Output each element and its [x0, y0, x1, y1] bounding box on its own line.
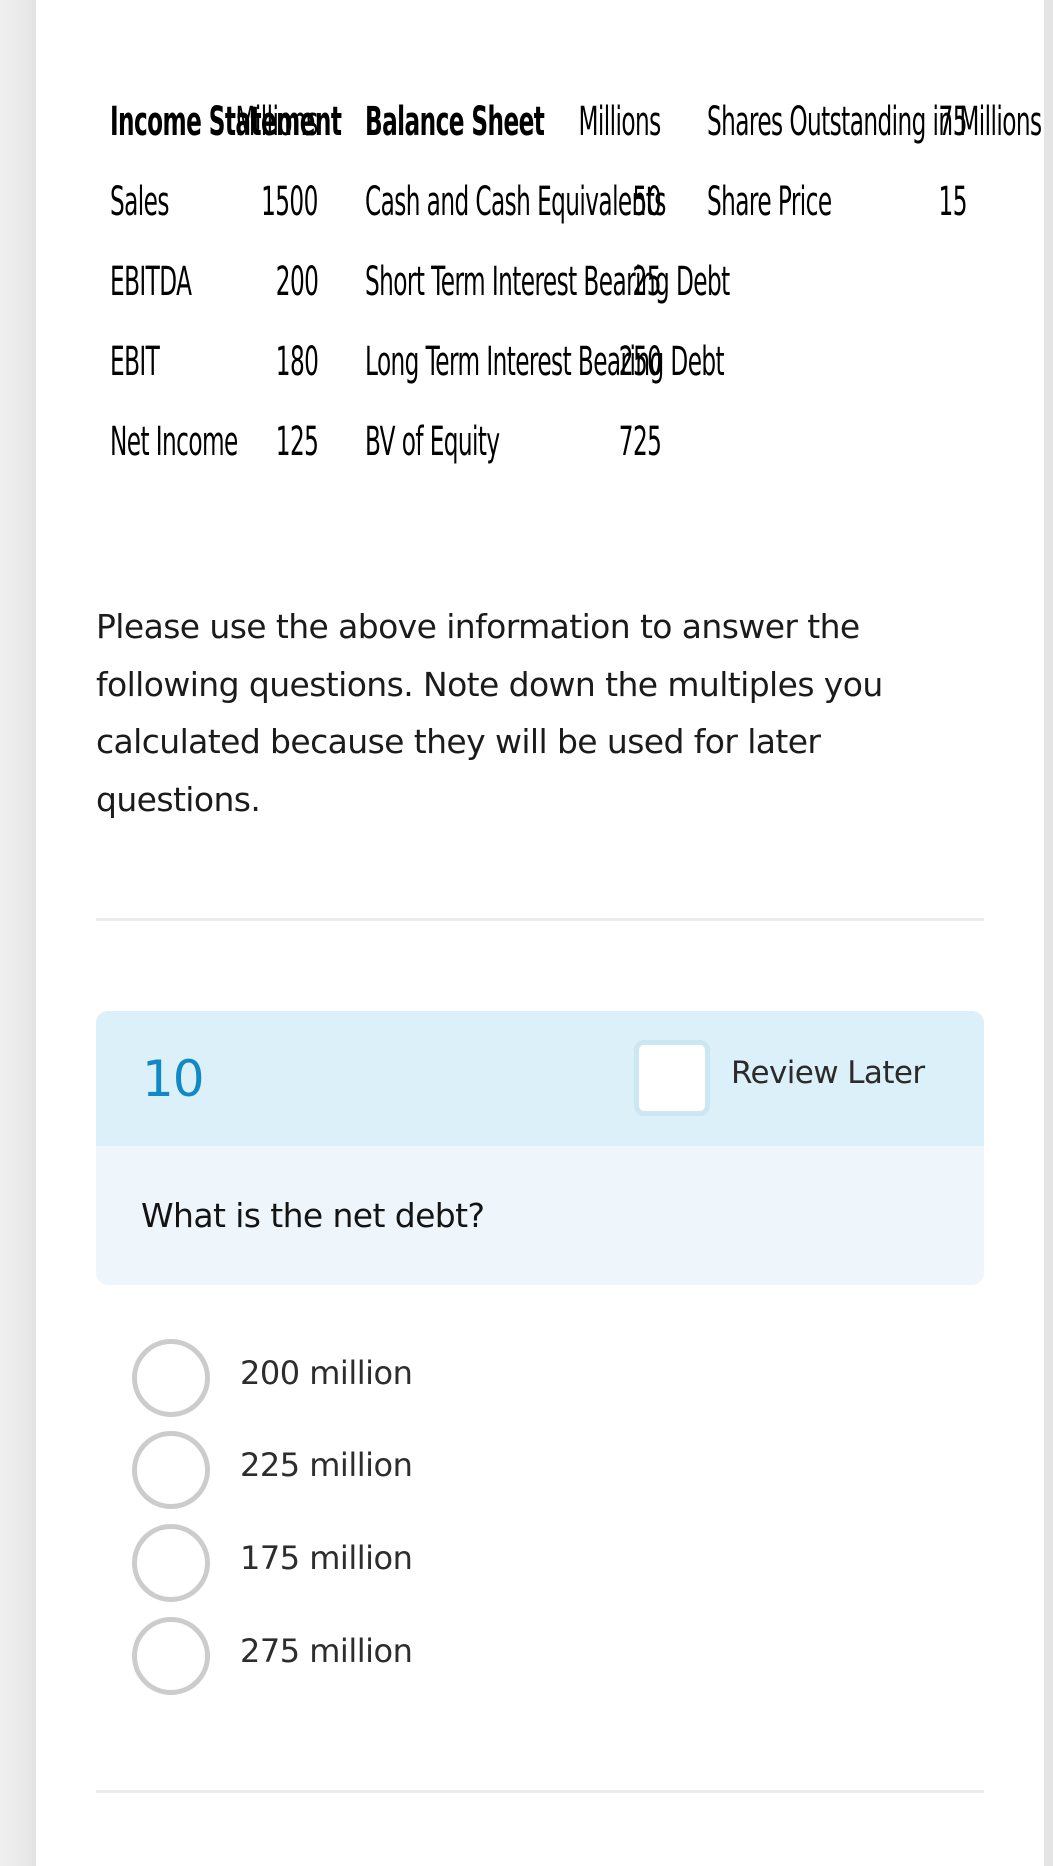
- answer-option[interactable]: 175 million: [130, 1522, 630, 1602]
- balance-sheet-unit-header: Millions: [578, 99, 662, 145]
- market-row-value: 15: [938, 179, 968, 225]
- review-later-checkbox[interactable]: [634, 1040, 710, 1116]
- question-card: 10 Review Later What is the net debt?: [96, 1011, 984, 1285]
- income-row-label: Sales: [110, 179, 169, 225]
- income-row-label: Net Income: [110, 419, 238, 465]
- market-row-value: 75: [938, 99, 968, 145]
- question-text: What is the net debt?: [141, 1196, 485, 1235]
- right-scroll-gutter: [1044, 0, 1053, 1866]
- income-statement-unit-header: Millions: [235, 99, 319, 145]
- section-divider: [96, 918, 984, 921]
- balance-row-label: BV of Equity: [365, 419, 500, 465]
- balance-row-value: 250: [618, 339, 661, 385]
- section-divider: [96, 1790, 984, 1793]
- income-row-label: EBIT: [110, 339, 160, 385]
- market-row-label: Share Price: [707, 179, 832, 225]
- answer-option-label[interactable]: 200 million: [240, 1351, 413, 1395]
- balance-sheet-header: Balance Sheet: [365, 99, 545, 145]
- income-row-label: EBITDA: [110, 259, 192, 305]
- review-later-label[interactable]: Review Later: [731, 1053, 925, 1093]
- balance-row-value: 725: [618, 419, 661, 465]
- answer-option[interactable]: 225 million: [130, 1429, 630, 1509]
- answer-option[interactable]: 275 million: [130, 1615, 630, 1695]
- income-row-value: 1500: [261, 179, 318, 225]
- question-header: 10 Review Later: [96, 1011, 984, 1146]
- answer-option[interactable]: 200 million: [130, 1337, 630, 1417]
- answer-option-label[interactable]: 175 million: [240, 1536, 413, 1580]
- balance-row-label: Short Term Interest Bearing Debt: [365, 259, 730, 305]
- market-row-label: Shares Outstanding in Millions: [707, 99, 1042, 145]
- radio-button[interactable]: [132, 1431, 210, 1509]
- income-row-value: 200: [275, 259, 318, 305]
- balance-row-value: 50: [632, 179, 662, 225]
- radio-button[interactable]: [132, 1339, 210, 1417]
- answer-option-label[interactable]: 225 million: [240, 1443, 413, 1487]
- instructions-text: Please use the above information to answ…: [96, 607, 883, 819]
- balance-row-label: Cash and Cash Equivalents: [365, 179, 666, 225]
- income-row-value: 125: [275, 419, 318, 465]
- question-number: 10: [142, 1050, 205, 1108]
- balance-row-value: 25: [632, 259, 662, 305]
- radio-button[interactable]: [132, 1617, 210, 1695]
- left-gutter: [0, 0, 36, 1866]
- balance-row-label: Long Term Interest Bearing Debt: [365, 339, 725, 385]
- answer-option-label[interactable]: 275 million: [240, 1629, 413, 1673]
- radio-button[interactable]: [132, 1524, 210, 1602]
- income-row-value: 180: [275, 339, 318, 385]
